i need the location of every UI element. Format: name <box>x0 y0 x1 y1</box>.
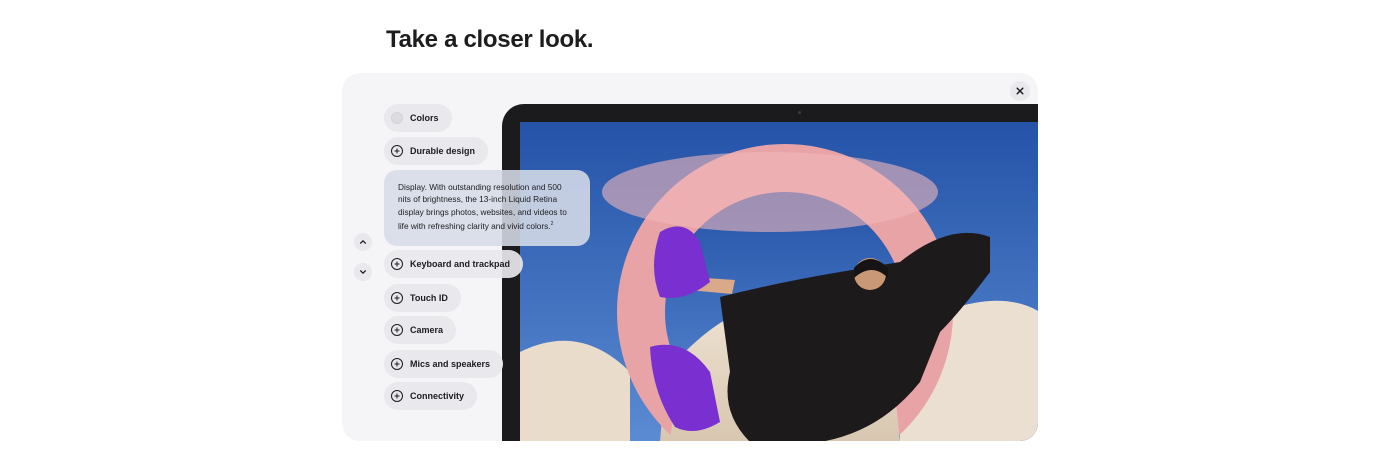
page-title: Take a closer look. <box>386 26 594 53</box>
next-feature-button[interactable] <box>354 263 372 281</box>
feature-durable-design-button[interactable]: Durable design <box>384 137 489 165</box>
plus-icon <box>391 390 403 402</box>
plus-icon <box>391 324 403 336</box>
feature-gallery: Colors Durable design Display. With outs… <box>342 73 1038 441</box>
display-description: Display. With outstanding resolution and… <box>398 182 567 231</box>
feature-label: Durable design <box>410 146 476 156</box>
camera-dot <box>798 111 801 114</box>
feature-touch-id-button[interactable]: Touch ID <box>384 284 461 312</box>
previous-feature-button[interactable] <box>354 233 372 251</box>
screen-photo <box>520 122 1038 441</box>
feature-label: Touch ID <box>410 293 448 303</box>
feature-keyboard-trackpad-button[interactable]: Keyboard and trackpad <box>384 250 524 278</box>
plus-icon <box>391 292 403 304</box>
feature-camera-button[interactable]: Camera <box>384 316 457 344</box>
plus-icon <box>391 258 403 270</box>
feature-display-card: Display. With outstanding resolution and… <box>384 170 590 246</box>
plus-icon <box>391 358 403 370</box>
chevron-down-icon <box>359 270 367 274</box>
feature-label: Keyboard and trackpad <box>410 259 511 269</box>
feature-label: Colors <box>410 113 439 123</box>
feature-label: Connectivity <box>410 391 465 401</box>
close-icon <box>1016 87 1024 95</box>
feature-mics-speakers-button[interactable]: Mics and speakers <box>384 350 504 378</box>
device-screen-image <box>520 122 1038 441</box>
feature-label: Mics and speakers <box>410 359 491 369</box>
color-swatch-icon <box>391 112 403 124</box>
feature-label: Camera <box>410 325 444 335</box>
feature-colors-button[interactable]: Colors <box>384 104 452 132</box>
plus-icon <box>391 145 403 157</box>
feature-connectivity-button[interactable]: Connectivity <box>384 382 478 410</box>
close-button[interactable] <box>1010 81 1030 101</box>
chevron-up-icon <box>359 240 367 244</box>
footnote-marker[interactable]: 2 <box>551 221 554 227</box>
